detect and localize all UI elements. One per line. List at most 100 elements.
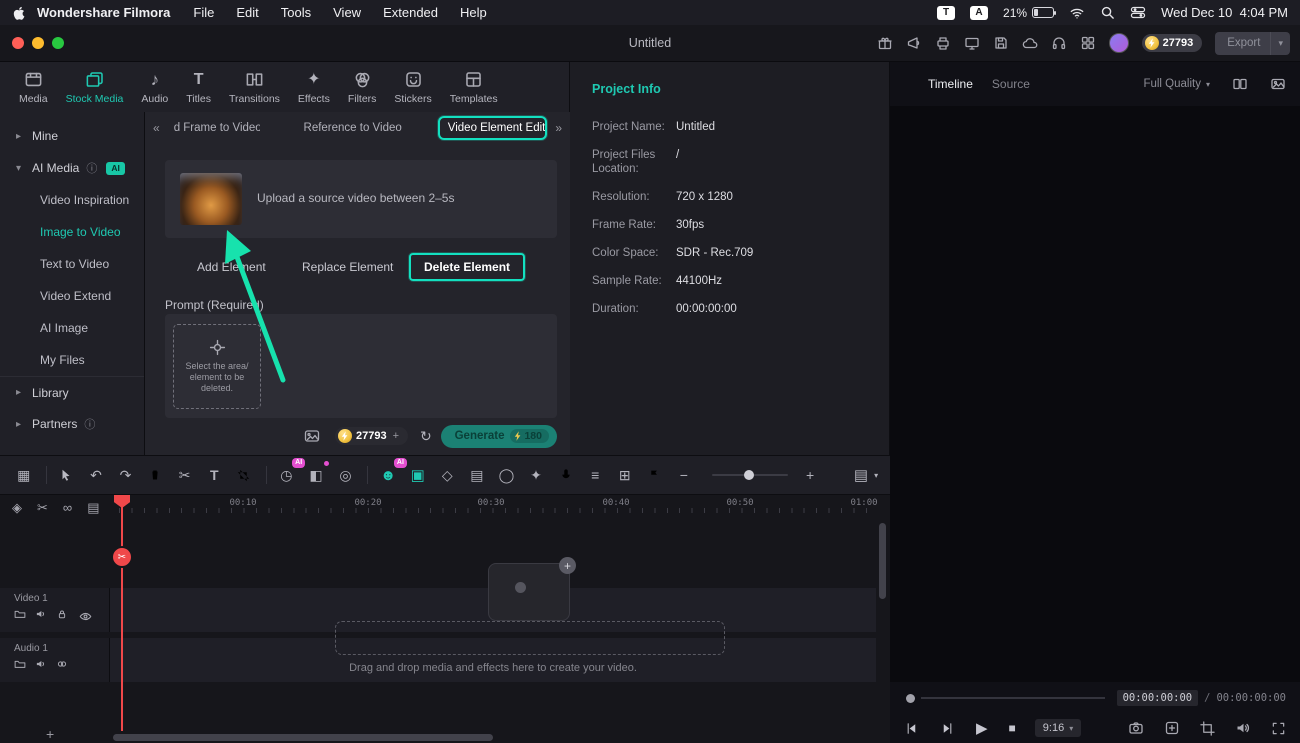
zoom-slider[interactable]: [711, 470, 789, 480]
auto-ripple-icon[interactable]: ∞: [63, 501, 72, 514]
sidebar-item-library[interactable]: ▸ Library: [0, 376, 144, 408]
sidebar-item-my-files[interactable]: My Files: [0, 344, 144, 376]
track-manager-dropdown[interactable]: ▤ ▾: [854, 468, 878, 483]
quick-split-icon[interactable]: ✂: [37, 501, 48, 514]
media-browser-icon[interactable]: ▦: [12, 463, 36, 487]
tab-effects[interactable]: ✦ Effects: [289, 70, 339, 105]
preview-viewport[interactable]: [890, 106, 1300, 682]
tab-templates[interactable]: Templates: [441, 70, 507, 105]
menu-file[interactable]: File: [193, 5, 214, 20]
fullscreen-icon[interactable]: [1271, 721, 1286, 736]
printer-icon[interactable]: [935, 35, 951, 51]
playback-quality-dropdown[interactable]: Full Quality ▾: [1143, 78, 1210, 90]
split-icon[interactable]: ✂: [173, 463, 197, 487]
sidebar-item-text-to-video[interactable]: Text to Video: [0, 248, 144, 280]
snapshot-icon[interactable]: [1128, 720, 1144, 736]
chroma-key-icon[interactable]: ◯: [495, 463, 519, 487]
control-center-icon[interactable]: [1130, 5, 1146, 20]
media-placeholder[interactable]: +: [488, 557, 576, 621]
menu-tools[interactable]: Tools: [281, 5, 311, 20]
ai-portrait-icon[interactable]: ☻ AI: [376, 458, 407, 487]
menu-edit[interactable]: Edit: [236, 5, 258, 20]
add-credits-icon[interactable]: +: [393, 430, 399, 442]
add-element-button[interactable]: Add Element: [197, 260, 266, 274]
zoom-slider-handle[interactable]: [743, 470, 754, 480]
apps-grid-icon[interactable]: [1080, 35, 1096, 51]
menu-view[interactable]: View: [333, 5, 361, 20]
export-button[interactable]: Export ▾: [1215, 31, 1290, 55]
tab-end-frame-to-video[interactable]: d Frame to Video: [174, 122, 260, 134]
gift-icon[interactable]: [877, 35, 893, 51]
close-window-button[interactable]: [12, 37, 24, 49]
add-image-icon[interactable]: [303, 428, 321, 444]
crop-preview-icon[interactable]: [1200, 720, 1215, 736]
folder-icon[interactable]: [14, 608, 26, 620]
timeline-ruler[interactable]: 00:10 00:20 00:30 00:40 00:50 01:00: [110, 495, 878, 513]
audio-mixer-icon[interactable]: ≡: [583, 463, 607, 487]
seek-handle[interactable]: [906, 693, 915, 703]
source-video-thumbnail[interactable]: [180, 173, 242, 225]
drop-target[interactable]: [335, 621, 725, 655]
promotion-megaphone-icon[interactable]: [906, 35, 922, 51]
sidebar-item-ai-image[interactable]: AI Image: [0, 312, 144, 344]
input-source-icon[interactable]: A: [970, 5, 989, 20]
redo-icon[interactable]: ↷: [114, 463, 138, 487]
upload-source-card[interactable]: Upload a source video between 2–5s: [165, 160, 557, 238]
auto-reframe-icon[interactable]: ▣: [406, 463, 430, 487]
replace-element-button[interactable]: Replace Element: [302, 260, 393, 274]
select-tool-icon[interactable]: [55, 463, 79, 487]
menu-help[interactable]: Help: [460, 5, 487, 20]
sidebar-item-image-to-video[interactable]: Image to Video: [0, 216, 144, 248]
render-preview-icon[interactable]: ▤: [465, 463, 489, 487]
mute-track-icon[interactable]: [35, 658, 47, 670]
cloud-sync-icon[interactable]: [1022, 35, 1038, 51]
volume-icon[interactable]: [1235, 720, 1251, 736]
record-voiceover-icon[interactable]: [554, 463, 578, 487]
minimize-window-button[interactable]: [32, 37, 44, 49]
undo-icon[interactable]: ↶: [84, 463, 108, 487]
timeline-horizontal-scrollbar[interactable]: [113, 734, 493, 741]
speed-ramp-icon[interactable]: ◷ AI: [275, 458, 306, 487]
play-button[interactable]: ▶: [976, 721, 988, 736]
info-icon[interactable]: ⓘ: [86, 160, 97, 176]
zoom-out-icon[interactable]: −: [672, 463, 696, 487]
wifi-icon[interactable]: [1069, 6, 1085, 20]
sidebar-item-video-extend[interactable]: Video Extend: [0, 280, 144, 312]
timeline-vertical-scrollbar[interactable]: [879, 523, 886, 599]
mask-icon[interactable]: ◧: [304, 461, 329, 487]
tab-video-element-editing[interactable]: Video Element Editi: [437, 116, 548, 140]
search-icon[interactable]: [1100, 5, 1115, 20]
display-icon[interactable]: [964, 35, 980, 51]
link-track-icon[interactable]: [56, 658, 68, 670]
add-media-plus-icon[interactable]: +: [559, 557, 576, 574]
delete-icon[interactable]: [143, 463, 167, 487]
stop-button[interactable]: ■: [1009, 722, 1016, 734]
scroll-tabs-right-icon[interactable]: »: [547, 121, 570, 135]
playhead-line[interactable]: [121, 495, 123, 731]
previous-frame-icon[interactable]: [904, 721, 919, 736]
sidebar-item-mine[interactable]: ▸ Mine: [0, 120, 144, 152]
render-button-icon[interactable]: ▤: [87, 501, 99, 514]
support-headset-icon[interactable]: [1051, 35, 1067, 51]
battery-status[interactable]: 21%: [1003, 6, 1057, 20]
tab-reference-to-video[interactable]: Reference to Video: [304, 122, 402, 134]
tab-media[interactable]: Media: [10, 70, 57, 105]
export-caret-icon[interactable]: ▾: [1271, 38, 1290, 49]
apple-menu-icon[interactable]: [12, 5, 27, 21]
split-screen-icon[interactable]: [1232, 76, 1248, 92]
tab-timeline-preview[interactable]: Timeline: [928, 77, 973, 91]
seek-track[interactable]: [921, 697, 1105, 699]
keyframe-settings-icon[interactable]: ◈: [12, 501, 22, 514]
background-image-icon[interactable]: [1270, 76, 1286, 92]
mark-in-out-icon[interactable]: [1164, 720, 1180, 736]
coin-balance-pill[interactable]: 27793: [1141, 34, 1203, 52]
sidebar-item-ai-media[interactable]: ▾ AI Media ⓘ AI: [0, 152, 144, 184]
user-avatar[interactable]: [1108, 33, 1129, 53]
lock-track-icon[interactable]: [56, 608, 68, 620]
info-icon[interactable]: ⓘ: [84, 416, 95, 432]
zoom-in-icon[interactable]: +: [798, 463, 822, 487]
generate-button[interactable]: Generate 180: [440, 424, 557, 448]
tab-titles[interactable]: T Titles: [177, 70, 220, 105]
tab-source-preview[interactable]: Source: [992, 77, 1030, 91]
hide-track-eye-icon[interactable]: [79, 610, 92, 623]
